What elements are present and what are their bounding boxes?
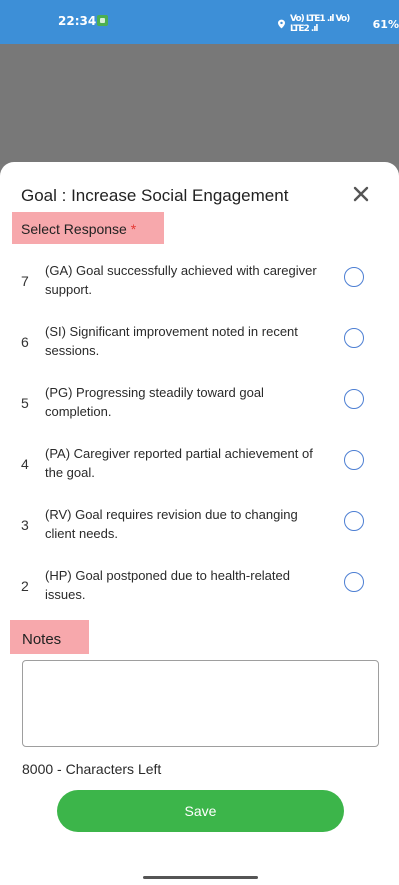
status-bar: 22:34 Vo) LTE1 .ıl Vo) LTE2 .ıl 61% <box>0 0 399 44</box>
response-option[interactable]: 7 (GA) Goal successfully achieved with c… <box>0 261 399 317</box>
option-text: (HP) Goal postponed due to health-relate… <box>45 568 290 602</box>
response-option[interactable]: 2 (HP) Goal postponed due to health-rela… <box>0 566 399 622</box>
option-radio[interactable] <box>344 511 364 531</box>
response-option[interactable]: 4 (PA) Caregiver reported partial achiev… <box>0 444 399 500</box>
response-option[interactable]: 6 (SI) Significant improvement noted in … <box>0 322 399 378</box>
home-indicator[interactable] <box>143 876 258 879</box>
option-score: 2 <box>21 578 29 594</box>
notes-label: Notes <box>22 631 62 648</box>
required-mark: * <box>130 221 137 237</box>
option-score: 6 <box>21 334 29 350</box>
response-option[interactable]: 5 (PG) Progressing steadily toward goal … <box>0 383 399 439</box>
select-response-text: Select Response <box>21 221 127 237</box>
signal-icon: Vo) LTE1 .ıl Vo) LTE2 .ıl <box>289 14 350 34</box>
modal-backdrop[interactable] <box>0 44 399 164</box>
option-score: 7 <box>21 273 29 289</box>
option-radio[interactable] <box>344 328 364 348</box>
option-text: (SI) Significant improvement noted in re… <box>45 324 298 358</box>
save-button[interactable]: Save <box>57 790 344 832</box>
status-time: 22:34 <box>58 14 97 28</box>
status-indicators: Vo) LTE1 .ıl Vo) LTE2 .ıl 61% <box>278 14 399 34</box>
app-notification-icon <box>97 15 108 26</box>
option-text: (PG) Progressing steadily toward goal co… <box>45 385 264 419</box>
option-radio[interactable] <box>344 572 364 592</box>
option-radio[interactable] <box>344 267 364 287</box>
location-icon <box>278 19 285 29</box>
option-text: (RV) Goal requires revision due to chang… <box>45 507 298 541</box>
option-score: 4 <box>21 456 29 472</box>
option-score: 3 <box>21 517 29 533</box>
response-option[interactable]: 3 (RV) Goal requires revision due to cha… <box>0 505 399 561</box>
close-icon[interactable] <box>353 186 369 202</box>
battery-level: 61% <box>372 17 399 31</box>
option-text: (GA) Goal successfully achieved with car… <box>45 263 317 297</box>
characters-left-counter: 8000 - Characters Left <box>22 761 162 777</box>
select-response-label: Select Response * <box>21 221 136 237</box>
option-radio[interactable] <box>344 389 364 409</box>
option-radio[interactable] <box>344 450 364 470</box>
option-text: (PA) Caregiver reported partial achievem… <box>45 446 313 480</box>
goal-response-sheet: Goal : Increase Social Engagement Select… <box>0 162 399 885</box>
notes-field[interactable] <box>22 660 379 747</box>
option-score: 5 <box>21 395 29 411</box>
goal-title: Goal : Increase Social Engagement <box>21 186 289 205</box>
